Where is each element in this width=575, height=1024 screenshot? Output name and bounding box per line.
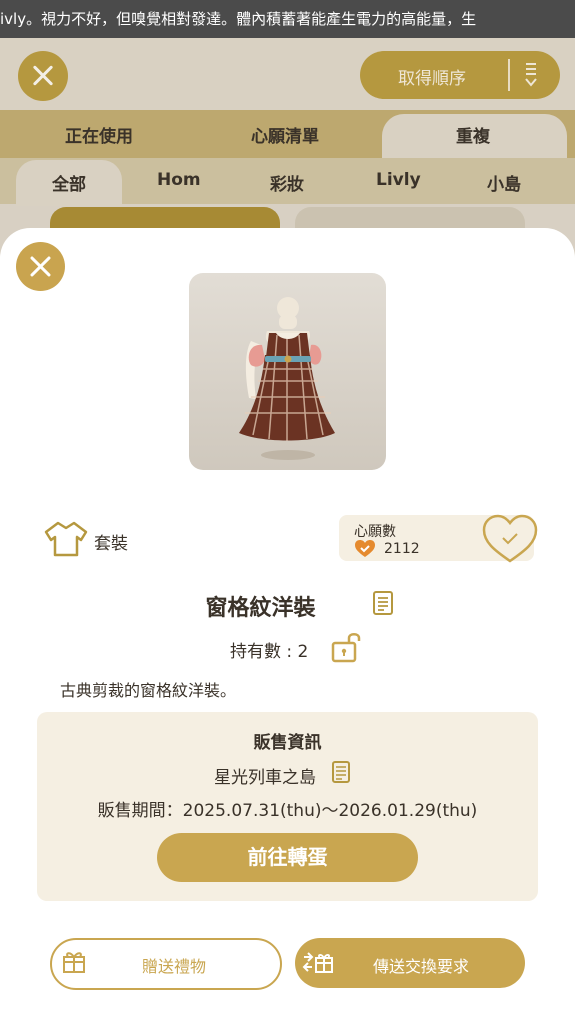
gift-icon bbox=[63, 952, 85, 973]
heart-check-icon bbox=[355, 540, 375, 557]
shirt-icon bbox=[44, 521, 88, 557]
order-button: 取得順序 bbox=[360, 51, 560, 99]
document-icon[interactable] bbox=[372, 590, 394, 616]
category-livly: Livly bbox=[376, 170, 421, 190]
dress-illustration bbox=[239, 297, 335, 460]
order-divider bbox=[508, 59, 510, 91]
item-name-row: 窗格紋洋裝 bbox=[0, 590, 575, 622]
tab-duplicate: 重複 bbox=[456, 127, 490, 147]
send-trade-request-label: 傳送交換要求 bbox=[373, 957, 470, 976]
tab-in-use: 正在使用 bbox=[65, 127, 133, 147]
document-icon[interactable] bbox=[331, 760, 351, 784]
item-category: 套裝 bbox=[94, 534, 128, 554]
unlock-icon[interactable] bbox=[330, 630, 364, 664]
sale-period: 販售期間：2025.07.31(thu)〜2026.01.29(thu) bbox=[97, 801, 478, 821]
close-button[interactable] bbox=[16, 242, 65, 291]
item-description: 古典剪裁的窗格紋洋裝。 bbox=[60, 681, 237, 700]
marquee-text: ivly。視力不好，但嗅覺相對發達。體內積蓄著能產生電力的高能量，生 bbox=[0, 0, 575, 38]
order-button-label: 取得順序 bbox=[398, 69, 466, 89]
item-image bbox=[189, 273, 386, 470]
wishlist-heart-button[interactable] bbox=[482, 514, 538, 564]
sale-location: 星光列車之島 bbox=[214, 768, 316, 788]
category-hom: Hom bbox=[157, 170, 201, 190]
background-close-button bbox=[18, 51, 68, 101]
category-makeup: 彩妝 bbox=[270, 175, 304, 195]
wish-count-title: 心願數 bbox=[354, 524, 396, 540]
category-island: 小島 bbox=[487, 175, 521, 195]
trade-gift-icon bbox=[302, 952, 333, 973]
owned-count: 持有數 : 2 bbox=[230, 642, 309, 662]
item-name: 窗格紋洋裝 bbox=[205, 596, 316, 621]
go-to-gacha-button[interactable]: 前往轉蛋 bbox=[157, 833, 418, 882]
send-gift-label: 贈送禮物 bbox=[142, 957, 207, 976]
sort-icon bbox=[525, 63, 537, 87]
tab-wishlist: 心願清單 bbox=[251, 127, 319, 147]
wish-count-value: 2112 bbox=[384, 541, 420, 557]
sale-info-title: 販售資訊 bbox=[253, 733, 322, 753]
category-all: 全部 bbox=[52, 175, 86, 195]
